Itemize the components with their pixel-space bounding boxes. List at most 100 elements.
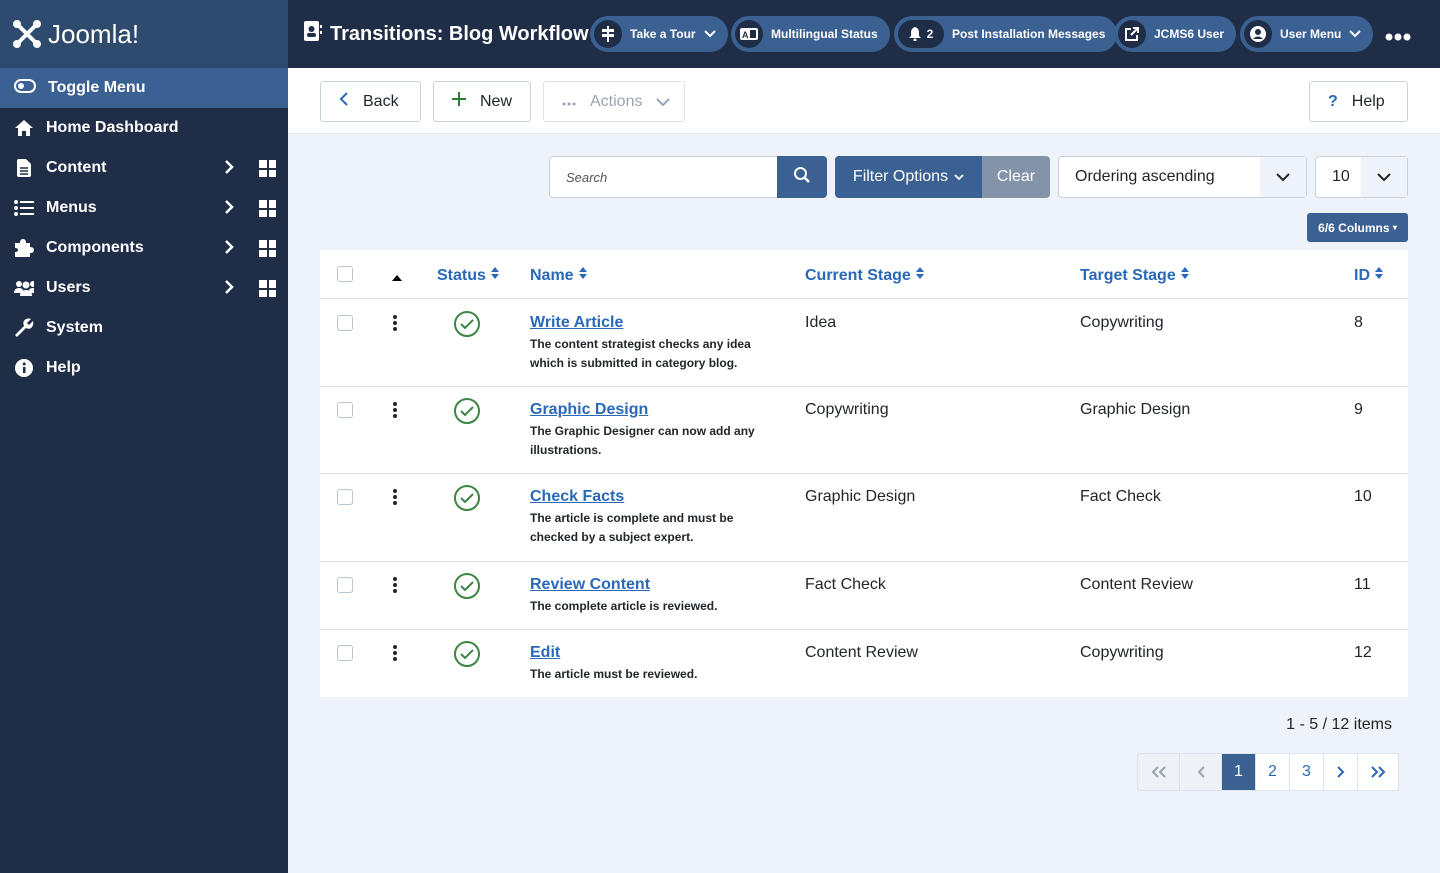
header-status-label: Status	[437, 266, 486, 284]
row-checkbox[interactable]	[337, 577, 353, 593]
id-cell: 9	[1354, 401, 1363, 418]
row-checkbox[interactable]	[337, 645, 353, 661]
published-check-icon[interactable]	[454, 485, 480, 516]
header-id-label: ID	[1354, 266, 1370, 284]
sidebar-item-help[interactable]: Help	[0, 348, 288, 388]
user-menu-button[interactable]: User Menu	[1240, 16, 1374, 52]
file-icon	[14, 159, 34, 177]
sidebar-item-label: System	[46, 319, 103, 336]
signpost-icon	[594, 20, 622, 48]
next-page-button[interactable]	[1324, 754, 1358, 790]
more-options-icon[interactable]	[1385, 29, 1411, 47]
search-button[interactable]	[777, 156, 827, 198]
chevron-right-icon[interactable]	[224, 159, 234, 180]
page-1-button[interactable]: 1	[1222, 754, 1256, 790]
transition-description: The article must be reviewed.	[530, 667, 698, 681]
help-label: Help	[1351, 92, 1385, 110]
post-install-label: Post Installation Messages	[952, 27, 1106, 41]
transition-name-link[interactable]: Edit	[530, 644, 560, 662]
dashboard-grid-icon[interactable]	[259, 160, 276, 177]
plus-icon	[452, 92, 466, 111]
target-stage-cell: Copywriting	[1080, 644, 1164, 661]
take-a-tour-button[interactable]: Take a Tour	[590, 16, 728, 52]
user-circle-icon	[1244, 20, 1272, 48]
message-count-badge: 2	[926, 27, 934, 41]
new-button[interactable]: New	[433, 81, 531, 122]
ordering-sort-icon[interactable]	[391, 269, 403, 287]
header-current-stage[interactable]: Current Stage	[805, 266, 925, 285]
chevron-right-icon[interactable]	[224, 199, 234, 220]
wrench-icon	[14, 318, 34, 338]
row-actions-icon[interactable]	[393, 315, 397, 336]
filter-options-label: Filter Options	[852, 168, 949, 185]
row-checkbox[interactable]	[337, 402, 353, 418]
help-button[interactable]: ? Help	[1309, 81, 1408, 122]
actions-button[interactable]: Actions	[543, 81, 685, 122]
dashboard-grid-icon[interactable]	[259, 200, 276, 217]
sidebar-item-system[interactable]: System	[0, 308, 288, 348]
transition-name-link[interactable]: Review Content	[530, 576, 650, 594]
sidebar-item-menus[interactable]: Menus	[0, 188, 288, 228]
multilingual-status-button[interactable]: A Multilingual Status	[731, 16, 890, 52]
previous-page-button[interactable]	[1180, 754, 1222, 790]
header-id[interactable]: ID	[1354, 266, 1384, 285]
sort-icon	[915, 266, 925, 285]
row-checkbox[interactable]	[337, 489, 353, 505]
row-actions-icon[interactable]	[393, 489, 397, 510]
chevron-right-icon[interactable]	[224, 279, 234, 300]
last-page-button[interactable]	[1358, 754, 1398, 790]
clear-button[interactable]: Clear	[982, 156, 1050, 198]
page-3-button[interactable]: 3	[1290, 754, 1324, 790]
columns-toggle-button[interactable]: 6/6 Columns ▾	[1307, 213, 1408, 242]
published-check-icon[interactable]	[454, 311, 480, 342]
target-stage-cell: Fact Check	[1080, 488, 1161, 505]
site-link-button[interactable]: JCMS6 User	[1114, 16, 1237, 52]
pagination: 1 2 3	[1137, 753, 1399, 791]
row-actions-icon[interactable]	[393, 402, 397, 423]
transition-name-link[interactable]: Write Article	[530, 314, 623, 332]
list-limit-select[interactable]: 10	[1315, 156, 1408, 198]
transition-name-link[interactable]: Check Facts	[530, 488, 624, 506]
id-cell: 10	[1354, 488, 1372, 505]
search-input[interactable]: Search	[549, 156, 778, 198]
select-all-checkbox[interactable]	[337, 266, 353, 282]
toggle-menu-button[interactable]: Toggle Menu	[0, 68, 288, 108]
header-target-stage[interactable]: Target Stage	[1080, 266, 1190, 285]
published-check-icon[interactable]	[454, 398, 480, 429]
filter-options-button[interactable]: Filter Options	[835, 156, 982, 198]
transition-name-link[interactable]: Graphic Design	[530, 401, 648, 419]
toolbar: Back New Actions ? Help	[288, 68, 1440, 134]
row-checkbox[interactable]	[337, 315, 353, 331]
dashboard-grid-icon[interactable]	[259, 240, 276, 257]
back-button[interactable]: Back	[320, 81, 421, 122]
toggle-menu-label: Toggle Menu	[48, 79, 146, 96]
svg-text:A: A	[742, 30, 749, 40]
header-name[interactable]: Name	[530, 266, 588, 285]
header-status[interactable]: Status	[437, 266, 500, 285]
ordering-select[interactable]: Ordering ascending	[1058, 156, 1307, 198]
user-menu-label: User Menu	[1280, 27, 1342, 41]
published-check-icon[interactable]	[454, 573, 480, 604]
transition-description: The article is complete and must be chec…	[530, 511, 734, 544]
row-actions-icon[interactable]	[393, 645, 397, 666]
dashboard-grid-icon[interactable]	[259, 280, 276, 297]
page-2-button[interactable]: 2	[1256, 754, 1290, 790]
row-actions-icon[interactable]	[393, 577, 397, 598]
divider	[320, 298, 1408, 299]
site-link-label: JCMS6 User	[1154, 27, 1225, 41]
chevron-right-icon[interactable]	[224, 239, 234, 260]
current-stage-cell: Fact Check	[805, 576, 886, 593]
sort-icon	[490, 266, 500, 285]
joomla-logo[interactable]: Joomla!	[0, 0, 288, 68]
joomla-logo-icon	[13, 20, 41, 48]
first-page-button[interactable]	[1138, 754, 1180, 790]
post-installation-messages-button[interactable]: 2 Post Installation Messages	[894, 16, 1118, 52]
sidebar-item-components[interactable]: Components	[0, 228, 288, 268]
published-check-icon[interactable]	[454, 641, 480, 672]
sidebar-item-home-dashboard[interactable]: Home Dashboard	[0, 108, 288, 148]
sidebar-item-users[interactable]: Users	[0, 268, 288, 308]
pagination-summary: 1 - 5 / 12 items	[1286, 716, 1392, 733]
header-current-stage-label: Current Stage	[805, 266, 911, 284]
sidebar-item-content[interactable]: Content	[0, 148, 288, 188]
chevron-down-icon	[1260, 157, 1306, 197]
